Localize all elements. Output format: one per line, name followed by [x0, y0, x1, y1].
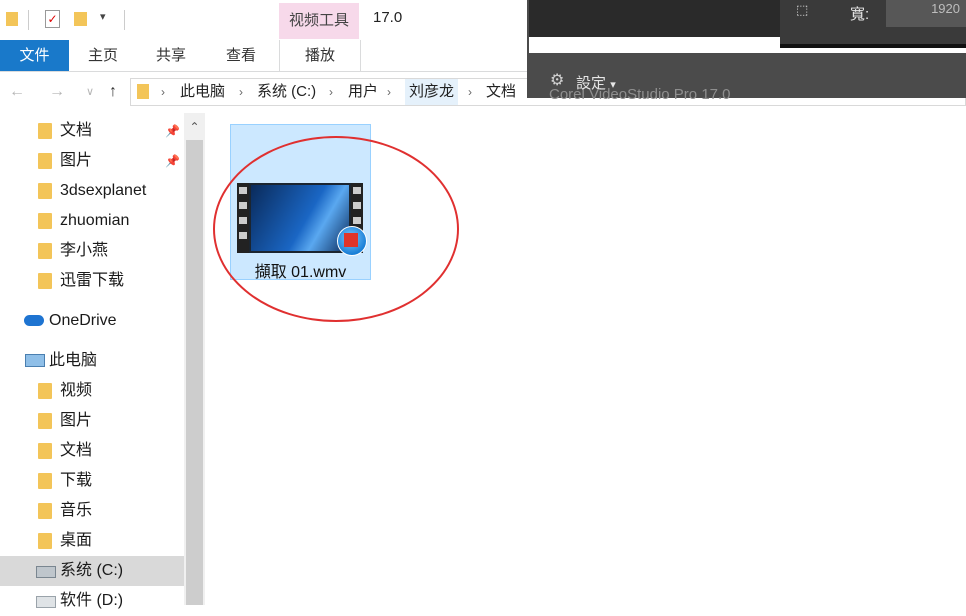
- cloud-icon: [24, 315, 44, 326]
- breadcrumb-separator: ›: [239, 85, 243, 99]
- drive-icon: [36, 566, 56, 578]
- sidebar-item-label: 音乐: [60, 502, 93, 519]
- chevron-down-icon: ▾: [610, 79, 616, 91]
- breadcrumb-system-c[interactable]: 系统 (C:): [257, 79, 316, 105]
- sidebar-item-zhuomian[interactable]: zhuomian: [0, 206, 184, 236]
- sidebar-item-label: 图片: [60, 412, 93, 429]
- tab-view[interactable]: 查看: [215, 40, 267, 71]
- divider: [124, 10, 125, 30]
- divider: [28, 10, 29, 30]
- folder-icon: [38, 183, 52, 199]
- sidebar-item-lixiaoyan[interactable]: 李小燕: [0, 236, 184, 266]
- documents-folder-icon: [38, 123, 52, 139]
- context-tab-video-tools: 视频工具: [279, 3, 359, 39]
- pictures-folder-icon: [38, 153, 52, 169]
- breadcrumb-users[interactable]: 用户: [348, 79, 378, 105]
- sidebar-item-music[interactable]: 音乐: [0, 496, 184, 526]
- sidebar-item-label: 此电脑: [49, 352, 98, 369]
- tab-file[interactable]: 文件: [0, 40, 69, 71]
- sidebar-item-pictures[interactable]: 图片 📌: [0, 146, 184, 176]
- sidebar-item-desktop[interactable]: 桌面: [0, 526, 184, 556]
- breadcrumb-this-pc[interactable]: 此电脑: [180, 79, 225, 105]
- recent-dropdown-icon[interactable]: ∨: [78, 82, 102, 102]
- back-arrow-icon[interactable]: ←: [5, 82, 29, 102]
- sidebar-item-documents[interactable]: 文档 📌: [0, 116, 184, 146]
- width-label: 寬:: [850, 6, 870, 23]
- sidebar-item-label: 迅雷下载: [60, 272, 125, 289]
- sidebar-item-label: 李小燕: [60, 242, 109, 259]
- new-folder-icon[interactable]: [74, 9, 90, 29]
- folder-icon: [38, 243, 52, 259]
- breadcrumb-separator: ›: [468, 85, 472, 99]
- downloads-folder-icon: [38, 473, 52, 489]
- pin-icon[interactable]: 📌: [165, 116, 180, 146]
- folder-icon[interactable]: [6, 9, 22, 29]
- breadcrumb-user[interactable]: 刘彦龙: [405, 79, 459, 105]
- sidebar-item-pc-pictures[interactable]: 图片: [0, 406, 184, 436]
- sidebar-item-3dsexplanet[interactable]: 3dsexplanet: [0, 176, 184, 206]
- sidebar-item-software-d[interactable]: 软件 (D:): [0, 586, 184, 616]
- annotation-circle: [213, 136, 459, 322]
- sidebar-item-label: 软件 (D:): [60, 592, 124, 609]
- breadcrumb-separator: ›: [161, 85, 165, 99]
- sidebar-item-onedrive[interactable]: OneDrive: [0, 306, 184, 336]
- dropdown-icon[interactable]: ▾: [100, 10, 106, 23]
- sidebar-item-system-c[interactable]: 系统 (C:): [0, 556, 184, 586]
- desktop-folder-icon: [38, 533, 52, 549]
- sidebar-item-this-pc[interactable]: 此电脑: [0, 346, 184, 376]
- window-title: 17.0: [373, 9, 403, 26]
- sidebar-scroll-thumb[interactable]: [186, 140, 203, 605]
- sidebar-item-label: 系统 (C:): [60, 562, 124, 579]
- gear-icon[interactable]: ⚙: [550, 72, 568, 90]
- pictures-folder-icon: [38, 413, 52, 429]
- up-arrow-icon[interactable]: ↑: [101, 82, 125, 102]
- sidebar-item-label: 文档: [60, 442, 93, 459]
- sidebar-item-label: 3dsexplanet: [60, 182, 147, 199]
- sidebar-item-xunlei[interactable]: 迅雷下载: [0, 266, 184, 296]
- videos-folder-icon: [38, 383, 52, 399]
- folder-icon: [38, 273, 52, 289]
- computer-icon: [25, 354, 45, 367]
- tab-home[interactable]: 主页: [77, 40, 129, 71]
- sidebar-item-label: 桌面: [60, 532, 93, 549]
- checkbox-icon[interactable]: ✓: [45, 9, 61, 29]
- folder-icon: [137, 84, 149, 99]
- sidebar-item-label: OneDrive: [49, 312, 117, 329]
- sidebar-item-label: 图片: [60, 152, 93, 169]
- tab-play[interactable]: 播放: [279, 40, 361, 71]
- sidebar-item-label: 下载: [60, 472, 93, 489]
- folder-icon: [38, 213, 52, 229]
- sidebar-item-videos[interactable]: 视频: [0, 376, 184, 406]
- pin-icon[interactable]: 📌: [165, 146, 180, 176]
- breadcrumb-documents[interactable]: 文档: [486, 79, 516, 105]
- sidebar-item-label: 文档: [60, 122, 93, 139]
- sidebar-item-pc-documents[interactable]: 文档: [0, 436, 184, 466]
- music-folder-icon: [38, 503, 52, 519]
- width-input[interactable]: 1920: [886, 0, 966, 27]
- scroll-up-arrow-icon[interactable]: ⌃: [184, 117, 205, 137]
- settings-dropdown[interactable]: 設定 ▾: [576, 72, 616, 93]
- navigation-pane: 文档 📌 图片 📌 3dsexplanet zhuomian 李小燕 迅雷下载 …: [0, 112, 205, 609]
- breadcrumb-separator: ›: [387, 85, 391, 99]
- breadcrumb-separator: ›: [329, 85, 333, 99]
- sidebar-item-label: 视频: [60, 382, 93, 399]
- sidebar-item-downloads[interactable]: 下载: [0, 466, 184, 496]
- settings-label: 設定: [576, 75, 607, 92]
- sidebar-item-label: zhuomian: [60, 212, 130, 229]
- overlay-divider: [780, 44, 966, 48]
- forward-arrow-icon[interactable]: →: [45, 82, 69, 102]
- drive-icon: [36, 596, 56, 608]
- select-area-icon[interactable]: ⬚: [796, 2, 816, 18]
- documents-folder-icon: [38, 443, 52, 459]
- tab-share[interactable]: 共享: [145, 40, 197, 71]
